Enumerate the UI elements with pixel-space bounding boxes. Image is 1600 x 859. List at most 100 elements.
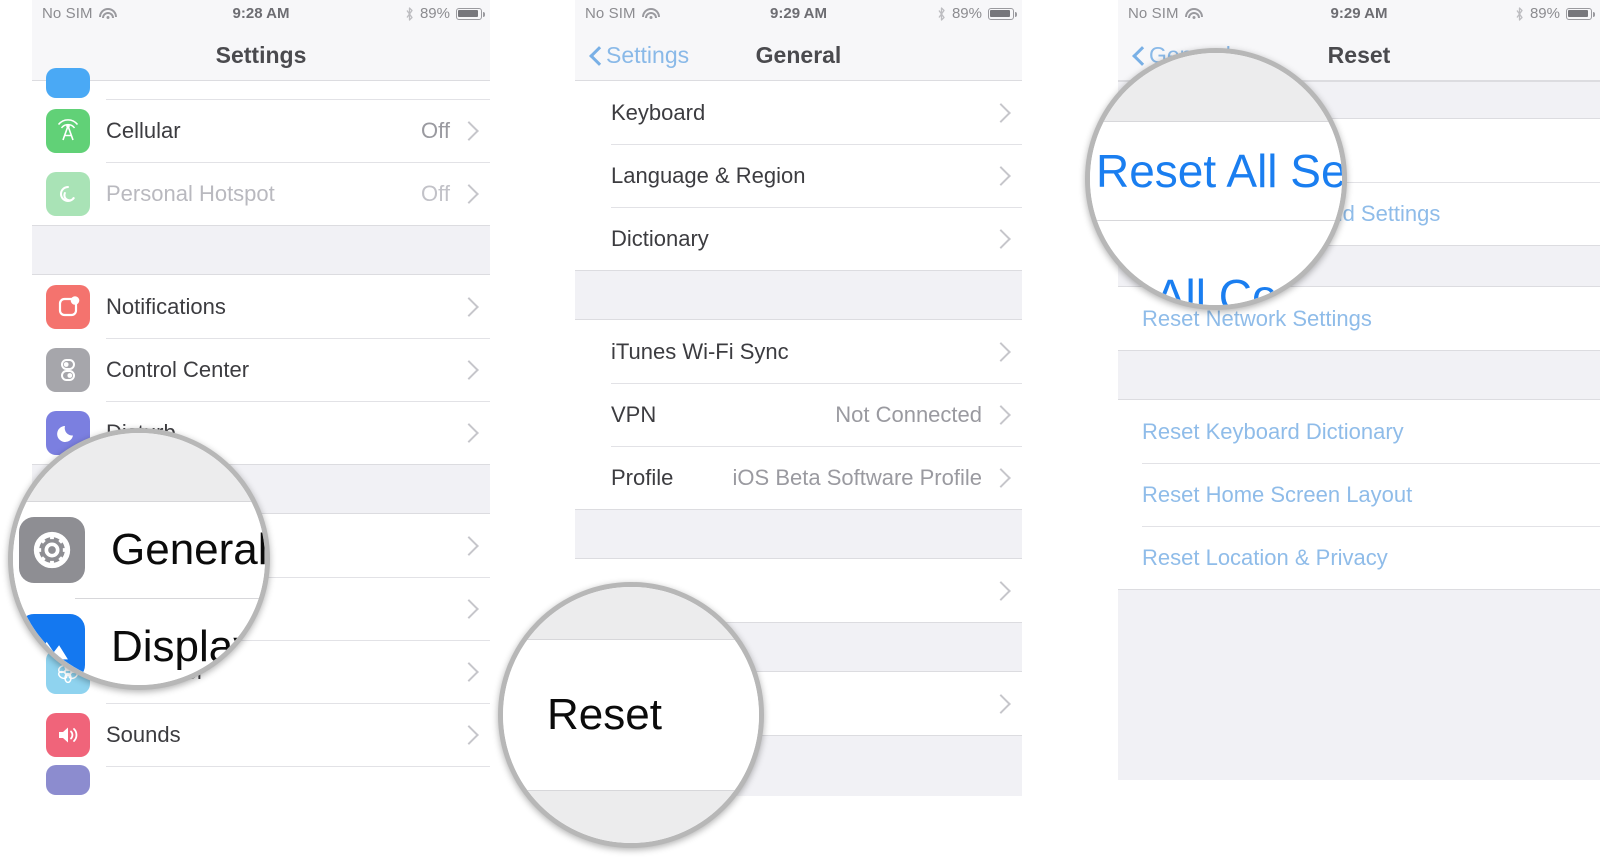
magnified-label: Reset — [547, 690, 662, 739]
magnified-row-reset-all-settings[interactable]: Reset All Settin — [1090, 122, 1347, 220]
list-item-sounds[interactable]: Sounds — [32, 703, 490, 766]
chevron-right-icon — [459, 661, 479, 682]
chevron-right-icon — [991, 102, 1011, 123]
chevron-right-icon — [991, 404, 1011, 425]
status-bar: No SIM 9:29 AM 89% — [1118, 0, 1600, 30]
messages-icon — [46, 68, 90, 98]
list-item-label: VPN — [611, 401, 657, 427]
magnifier-reset-all-settings: Reset All Settin se All Co — [1085, 48, 1347, 310]
magnified-row-general[interactable]: General — [13, 502, 268, 598]
list-item-messages-partial[interactable] — [32, 68, 490, 99]
chevron-right-icon — [991, 228, 1011, 249]
list-item-profile[interactable]: Profile iOS Beta Software Profile — [575, 446, 1022, 509]
chevron-right-icon — [991, 467, 1011, 488]
chevron-right-icon — [459, 724, 479, 745]
chevron-right-icon — [459, 598, 479, 619]
list-item-label: Dictionary — [611, 225, 709, 251]
list-group-gap — [1118, 350, 1600, 400]
magnified-label: Reset All Settin — [1096, 145, 1347, 197]
list-item-reset-home-screen-layout[interactable]: Reset Home Screen Layout — [1118, 463, 1600, 526]
list-item-value: Not Connected — [835, 401, 982, 427]
list-item-personal-hotspot[interactable]: Personal Hotspot Off — [32, 162, 490, 225]
cellular-icon — [46, 108, 90, 153]
chevron-right-icon — [991, 693, 1011, 714]
page-title: General — [755, 42, 842, 68]
magnifier-general: General Display — [8, 428, 270, 690]
magnified-row-display[interactable]: Display — [13, 599, 265, 685]
clock-label: 9:28 AM — [232, 5, 290, 22]
control-center-icon — [46, 347, 90, 392]
list-item-value: Off — [421, 117, 450, 143]
list-item-label: iTunes Wi-Fi Sync — [611, 338, 789, 364]
battery-icon — [1566, 7, 1595, 20]
battery-icon — [988, 7, 1017, 20]
chevron-right-icon — [459, 296, 479, 317]
phone-screen-settings: No SIM 9:28 AM 89% Settings Cellular Off… — [32, 0, 490, 808]
list-item-vpn[interactable]: VPN Not Connected — [575, 383, 1022, 446]
status-bar: No SIM 9:28 AM 89% — [32, 0, 490, 30]
list-item-siri-partial[interactable] — [32, 765, 490, 795]
magnified-label: General — [111, 525, 268, 574]
list-item-label: Reset Keyboard Dictionary — [1142, 418, 1404, 444]
battery-percent-label: 89% — [1529, 5, 1560, 22]
chevron-right-icon — [991, 341, 1011, 362]
chevron-right-icon — [459, 183, 479, 204]
list-group-gap — [1118, 589, 1600, 780]
general-icon — [19, 517, 85, 583]
clock-label: 9:29 AM — [770, 5, 827, 22]
chevron-right-icon — [991, 165, 1011, 186]
list-item-keyboard[interactable]: Keyboard — [575, 81, 1022, 144]
chevron-right-icon — [459, 120, 479, 141]
status-bar-right: 89% — [1515, 5, 1595, 22]
list-item-label: Personal Hotspot — [106, 180, 275, 206]
list-item-label: Notifications — [106, 293, 226, 319]
magnified-row-reset[interactable]: Reset — [503, 640, 759, 790]
list-item-label: Control Center — [106, 356, 250, 382]
list-item-dictionary[interactable]: Dictionary — [575, 207, 1022, 270]
status-bar-right: 89% — [405, 5, 485, 22]
list-item-label: Keyboard — [611, 99, 706, 125]
list-item-reset-keyboard-dictionary[interactable]: Reset Keyboard Dictionary — [1118, 400, 1600, 463]
notifications-icon — [46, 284, 90, 329]
list-item-language-region[interactable]: Language & Region — [575, 144, 1022, 207]
chevron-right-icon — [991, 580, 1011, 601]
list-item-notifications[interactable]: Notifications — [32, 275, 490, 338]
list-group-gap — [32, 225, 490, 275]
nav-bar: Settings — [32, 30, 490, 81]
list-item-label: Profile — [611, 464, 674, 490]
battery-percent-label: 89% — [419, 5, 450, 22]
list-item-label: Cellular — [106, 117, 181, 143]
status-bar: No SIM 9:29 AM 89% — [575, 0, 1022, 30]
list-group-gap — [575, 509, 1022, 559]
display-brightness-icon — [19, 614, 85, 680]
clock-label: 9:29 AM — [1330, 5, 1388, 22]
chevron-right-icon — [459, 422, 479, 443]
sounds-icon — [46, 712, 90, 757]
chevron-right-icon — [459, 535, 479, 556]
battery-icon — [456, 7, 485, 20]
list-item-reset-location-privacy[interactable]: Reset Location & Privacy — [1118, 526, 1600, 589]
personal-hotspot-icon — [46, 171, 90, 216]
chevron-right-icon — [459, 359, 479, 380]
list-item-cellular[interactable]: Cellular Off — [32, 99, 490, 162]
list-item-value: iOS Beta Software Profile — [732, 464, 982, 490]
magnified-label: Display — [111, 622, 256, 671]
list-item-label: Language & Region — [611, 162, 806, 188]
list-item-label: Reset Network Settings — [1142, 305, 1372, 331]
bluetooth-icon — [937, 6, 946, 21]
magnified-label: se All Co — [1096, 270, 1278, 310]
list-item-label: Reset Home Screen Layout — [1142, 481, 1413, 507]
screenshot-canvas: No SIM 9:28 AM 89% Settings Cellular Off… — [0, 0, 1600, 859]
bluetooth-icon — [1515, 6, 1524, 21]
nav-bar: Settings General — [575, 30, 1022, 81]
status-bar-right: 89% — [937, 5, 1017, 22]
list-item-itunes-wifi-sync[interactable]: iTunes Wi-Fi Sync — [575, 320, 1022, 383]
bluetooth-icon — [405, 6, 414, 21]
list-item-control-center[interactable]: Control Center — [32, 338, 490, 401]
magnified-row-erase-all-content[interactable]: se All Co — [1090, 221, 1342, 310]
list-group-gap — [575, 270, 1022, 320]
list-item-label: Sounds — [106, 721, 181, 747]
list-item-value: Off — [421, 180, 450, 206]
magnifier-reset: Reset — [498, 582, 764, 848]
battery-percent-label: 89% — [951, 5, 982, 22]
